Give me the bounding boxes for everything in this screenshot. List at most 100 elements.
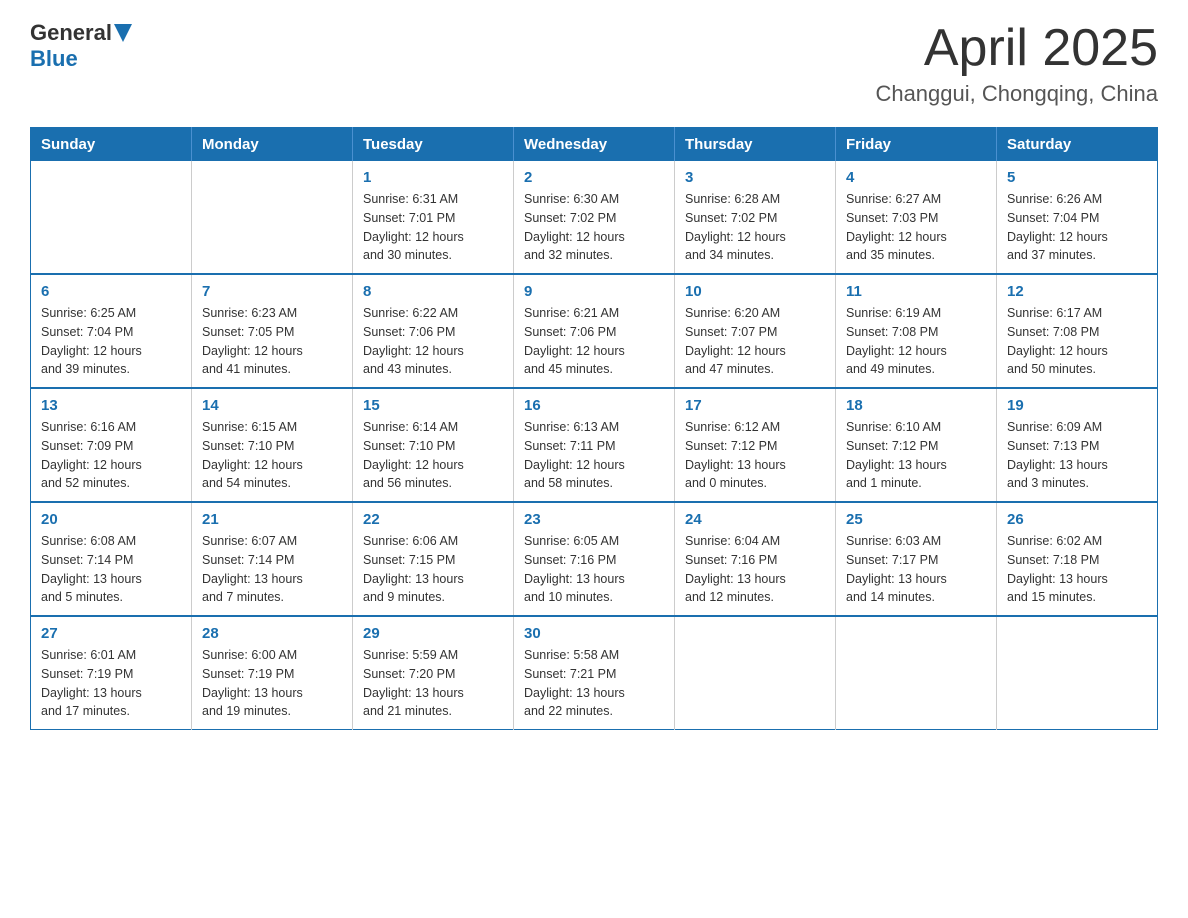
calendar-cell: 24 Sunrise: 6:04 AM Sunset: 7:16 PM Dayli… [675,502,836,616]
day-info: Sunrise: 6:07 AM Sunset: 7:14 PM Dayligh… [202,532,342,607]
day-number: 22 [363,511,503,528]
day-number: 12 [1007,283,1147,300]
day-info: Sunrise: 6:21 AM Sunset: 7:06 PM Dayligh… [524,304,664,379]
day-info: Sunrise: 6:05 AM Sunset: 7:16 PM Dayligh… [524,532,664,607]
calendar-week-row: 27 Sunrise: 6:01 AM Sunset: 7:19 PM Dayli… [31,616,1158,730]
day-info: Sunrise: 6:01 AM Sunset: 7:19 PM Dayligh… [41,646,181,721]
day-info: Sunrise: 6:08 AM Sunset: 7:14 PM Dayligh… [41,532,181,607]
day-number: 26 [1007,511,1147,528]
calendar-cell: 25 Sunrise: 6:03 AM Sunset: 7:17 PM Dayli… [836,502,997,616]
day-number: 29 [363,625,503,642]
day-info: Sunrise: 6:22 AM Sunset: 7:06 PM Dayligh… [363,304,503,379]
calendar-cell: 23 Sunrise: 6:05 AM Sunset: 7:16 PM Dayli… [514,502,675,616]
calendar-cell: 7 Sunrise: 6:23 AM Sunset: 7:05 PM Daylig… [192,274,353,388]
day-info: Sunrise: 6:26 AM Sunset: 7:04 PM Dayligh… [1007,190,1147,265]
calendar-cell: 15 Sunrise: 6:14 AM Sunset: 7:10 PM Dayli… [353,388,514,502]
calendar-cell: 9 Sunrise: 6:21 AM Sunset: 7:06 PM Daylig… [514,274,675,388]
day-number: 18 [846,397,986,414]
day-number: 19 [1007,397,1147,414]
day-number: 30 [524,625,664,642]
calendar-week-row: 1Sunrise: 6:31 AM Sunset: 7:01 PM Daylig… [31,161,1158,274]
day-info: Sunrise: 6:00 AM Sunset: 7:19 PM Dayligh… [202,646,342,721]
calendar-cell [192,161,353,274]
day-info: Sunrise: 6:06 AM Sunset: 7:15 PM Dayligh… [363,532,503,607]
day-info: Sunrise: 6:23 AM Sunset: 7:05 PM Dayligh… [202,304,342,379]
day-info: Sunrise: 6:03 AM Sunset: 7:17 PM Dayligh… [846,532,986,607]
logo-text-general: General [30,20,112,46]
calendar-cell: 11Sunrise: 6:19 AM Sunset: 7:08 PM Dayli… [836,274,997,388]
day-info: Sunrise: 6:13 AM Sunset: 7:11 PM Dayligh… [524,418,664,493]
calendar-cell [997,616,1158,730]
calendar-cell: 20 Sunrise: 6:08 AM Sunset: 7:14 PM Dayli… [31,502,192,616]
day-info: Sunrise: 6:12 AM Sunset: 7:12 PM Dayligh… [685,418,825,493]
day-number: 15 [363,397,503,414]
calendar-cell: 26 Sunrise: 6:02 AM Sunset: 7:18 PM Dayli… [997,502,1158,616]
calendar-cell: 17 Sunrise: 6:12 AM Sunset: 7:12 PM Dayli… [675,388,836,502]
calendar-cell: 18 Sunrise: 6:10 AM Sunset: 7:12 PM Dayli… [836,388,997,502]
calendar-cell: 2 Sunrise: 6:30 AM Sunset: 7:02 PM Daylig… [514,161,675,274]
location-title: Changgui, Chongqing, China [875,81,1158,107]
calendar-cell: 6 Sunrise: 6:25 AM Sunset: 7:04 PM Daylig… [31,274,192,388]
day-info: Sunrise: 5:58 AM Sunset: 7:21 PM Dayligh… [524,646,664,721]
weekday-header-thursday: Thursday [675,128,836,162]
day-info: Sunrise: 6:15 AM Sunset: 7:10 PM Dayligh… [202,418,342,493]
calendar-week-row: 13 Sunrise: 6:16 AM Sunset: 7:09 PM Dayli… [31,388,1158,502]
day-info: Sunrise: 6:20 AM Sunset: 7:07 PM Dayligh… [685,304,825,379]
calendar-cell: 10 Sunrise: 6:20 AM Sunset: 7:07 PM Dayli… [675,274,836,388]
day-info: Sunrise: 6:28 AM Sunset: 7:02 PM Dayligh… [685,190,825,265]
day-info: Sunrise: 6:04 AM Sunset: 7:16 PM Dayligh… [685,532,825,607]
calendar-cell: 19Sunrise: 6:09 AM Sunset: 7:13 PM Dayli… [997,388,1158,502]
day-number: 3 [685,169,825,186]
day-number: 17 [685,397,825,414]
day-info: Sunrise: 6:10 AM Sunset: 7:12 PM Dayligh… [846,418,986,493]
calendar-cell: 27 Sunrise: 6:01 AM Sunset: 7:19 PM Dayli… [31,616,192,730]
day-number: 2 [524,169,664,186]
day-number: 16 [524,397,664,414]
day-number: 10 [685,283,825,300]
day-number: 7 [202,283,342,300]
day-number: 8 [363,283,503,300]
calendar-week-row: 20 Sunrise: 6:08 AM Sunset: 7:14 PM Dayli… [31,502,1158,616]
calendar-table: SundayMondayTuesdayWednesdayThursdayFrid… [30,127,1158,730]
calendar-cell: 8 Sunrise: 6:22 AM Sunset: 7:06 PM Daylig… [353,274,514,388]
calendar-cell: 28 Sunrise: 6:00 AM Sunset: 7:19 PM Dayli… [192,616,353,730]
day-number: 1 [363,169,503,186]
day-info: Sunrise: 6:02 AM Sunset: 7:18 PM Dayligh… [1007,532,1147,607]
day-number: 5 [1007,169,1147,186]
day-number: 28 [202,625,342,642]
calendar-cell: 12Sunrise: 6:17 AM Sunset: 7:08 PM Dayli… [997,274,1158,388]
calendar-cell: 5 Sunrise: 6:26 AM Sunset: 7:04 PM Daylig… [997,161,1158,274]
day-number: 6 [41,283,181,300]
calendar-cell [31,161,192,274]
day-info: Sunrise: 5:59 AM Sunset: 7:20 PM Dayligh… [363,646,503,721]
weekday-header-monday: Monday [192,128,353,162]
calendar-cell: 3 Sunrise: 6:28 AM Sunset: 7:02 PM Daylig… [675,161,836,274]
day-number: 24 [685,511,825,528]
calendar-cell: 14 Sunrise: 6:15 AM Sunset: 7:10 PM Dayli… [192,388,353,502]
day-number: 20 [41,511,181,528]
calendar-cell: 1Sunrise: 6:31 AM Sunset: 7:01 PM Daylig… [353,161,514,274]
day-info: Sunrise: 6:25 AM Sunset: 7:04 PM Dayligh… [41,304,181,379]
day-number: 11 [846,283,986,300]
day-number: 27 [41,625,181,642]
month-title: April 2025 [875,20,1158,77]
calendar-cell: 29 Sunrise: 5:59 AM Sunset: 7:20 PM Dayli… [353,616,514,730]
day-info: Sunrise: 6:30 AM Sunset: 7:02 PM Dayligh… [524,190,664,265]
day-number: 23 [524,511,664,528]
calendar-cell [675,616,836,730]
day-number: 9 [524,283,664,300]
calendar-cell: 13 Sunrise: 6:16 AM Sunset: 7:09 PM Dayli… [31,388,192,502]
day-info: Sunrise: 6:16 AM Sunset: 7:09 PM Dayligh… [41,418,181,493]
day-number: 14 [202,397,342,414]
day-number: 25 [846,511,986,528]
weekday-header-tuesday: Tuesday [353,128,514,162]
title-area: April 2025 Changgui, Chongqing, China [875,20,1158,107]
calendar-cell [836,616,997,730]
calendar-cell: 30 Sunrise: 5:58 AM Sunset: 7:21 PM Dayli… [514,616,675,730]
logo: General Blue [30,20,132,72]
day-number: 13 [41,397,181,414]
day-info: Sunrise: 6:14 AM Sunset: 7:10 PM Dayligh… [363,418,503,493]
weekday-header-saturday: Saturday [997,128,1158,162]
logo-arrow-icon [114,24,132,42]
day-number: 4 [846,169,986,186]
